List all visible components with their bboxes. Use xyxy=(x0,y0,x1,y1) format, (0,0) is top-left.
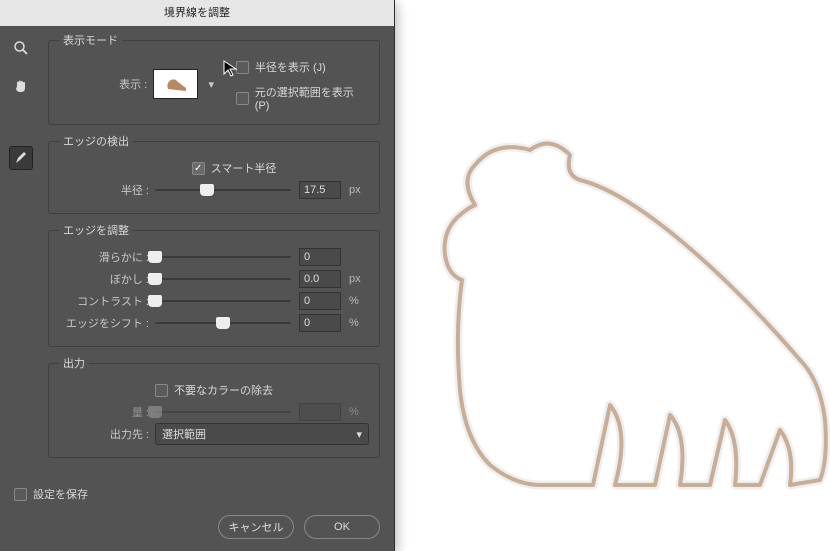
checkbox-icon xyxy=(14,488,27,501)
unit-label: % xyxy=(349,406,369,418)
contrast-input[interactable] xyxy=(299,292,341,310)
show-radius-option[interactable]: 半径を表示 (J) xyxy=(236,56,369,78)
show-original-label: 元の選択範囲を表示 (P) xyxy=(255,84,369,112)
edge-adjust-legend: エッジを調整 xyxy=(59,222,133,238)
show-original-option[interactable]: 元の選択範囲を表示 (P) xyxy=(236,84,369,112)
smart-radius-option[interactable]: ✓ スマート半径 xyxy=(192,157,277,179)
unit-label: % xyxy=(349,295,369,307)
smooth-input[interactable] xyxy=(299,248,341,266)
dialog-title: 境界線を調整 xyxy=(0,0,394,26)
smooth-slider[interactable] xyxy=(155,256,291,258)
contrast-slider[interactable] xyxy=(155,300,291,302)
amount-label: 量 : xyxy=(59,404,149,420)
feather-label: ぼかし : xyxy=(59,271,149,287)
slider-knob[interactable] xyxy=(148,295,162,307)
output-group: 出力 不要なカラーの除去 量 : % 出力先 : 選択範囲 ▾ xyxy=(48,355,380,458)
checkbox-icon xyxy=(155,384,168,397)
slider-knob[interactable] xyxy=(148,251,162,263)
decontaminate-option[interactable]: 不要なカラーの除去 xyxy=(155,379,273,401)
radius-slider[interactable] xyxy=(155,189,291,191)
ok-button[interactable]: OK xyxy=(304,515,380,539)
radius-label: 半径 : xyxy=(59,182,149,198)
thumbnail-icon xyxy=(162,75,190,93)
unit-label: px xyxy=(349,184,369,196)
unit-label: px xyxy=(349,273,369,285)
slider-knob[interactable] xyxy=(200,184,214,196)
magnifier-icon xyxy=(13,40,29,56)
slider-knob xyxy=(148,406,162,418)
feather-input[interactable] xyxy=(299,270,341,288)
view-dropdown[interactable]: ▾ xyxy=(204,78,218,91)
smooth-label: 滑らかに : xyxy=(59,249,149,265)
remember-label: 設定を保存 xyxy=(33,486,88,502)
smart-radius-label: スマート半径 xyxy=(211,160,277,176)
zoom-tool[interactable] xyxy=(9,36,33,60)
edge-detection-group: エッジの検出 ✓ スマート半径 半径 : px xyxy=(48,133,380,214)
refine-edge-dialog: 境界線を調整 表示モード 表示 : ▾ xyxy=(0,0,395,551)
hand-tool[interactable] xyxy=(9,74,33,98)
shift-input[interactable] xyxy=(299,314,341,332)
cancel-button[interactable]: キャンセル xyxy=(218,515,294,539)
hand-icon xyxy=(13,78,29,94)
refine-brush-tool[interactable] xyxy=(9,146,33,170)
checkbox-icon xyxy=(236,92,249,105)
chevron-down-icon: ▾ xyxy=(208,78,214,91)
feather-slider[interactable] xyxy=(155,278,291,280)
edge-adjust-group: エッジを調整 滑らかに : ぼかし : px コントラスト : % エッジをシフ… xyxy=(48,222,380,347)
view-mode-legend: 表示モード xyxy=(59,32,122,48)
output-to-label: 出力先 : xyxy=(59,426,149,442)
shift-label: エッジをシフト : xyxy=(59,315,149,331)
tool-strip xyxy=(0,26,42,475)
remember-settings-option[interactable]: 設定を保存 xyxy=(14,483,380,505)
checkbox-icon xyxy=(236,61,249,74)
show-radius-label: 半径を表示 (J) xyxy=(255,59,326,75)
brush-icon xyxy=(13,150,29,166)
selection-outline-preview xyxy=(420,120,830,500)
chevron-down-icon: ▾ xyxy=(356,428,362,441)
view-label: 表示 : xyxy=(59,76,147,92)
decontaminate-label: 不要なカラーの除去 xyxy=(174,382,273,398)
radius-input[interactable] xyxy=(299,181,341,199)
shift-slider[interactable] xyxy=(155,322,291,324)
output-legend: 出力 xyxy=(59,355,89,371)
edge-detect-legend: エッジの検出 xyxy=(59,133,133,149)
view-thumbnail[interactable] xyxy=(153,69,198,99)
slider-knob[interactable] xyxy=(216,317,230,329)
checkbox-checked-icon: ✓ xyxy=(192,162,205,175)
view-mode-group: 表示モード 表示 : ▾ 半径を表示 (J) xyxy=(48,32,380,125)
amount-slider xyxy=(155,411,291,413)
amount-input xyxy=(299,403,341,421)
contrast-label: コントラスト : xyxy=(59,293,149,309)
output-to-select[interactable]: 選択範囲 ▾ xyxy=(155,423,369,445)
unit-label: % xyxy=(349,317,369,329)
output-to-value: 選択範囲 xyxy=(162,426,206,442)
slider-knob[interactable] xyxy=(148,273,162,285)
